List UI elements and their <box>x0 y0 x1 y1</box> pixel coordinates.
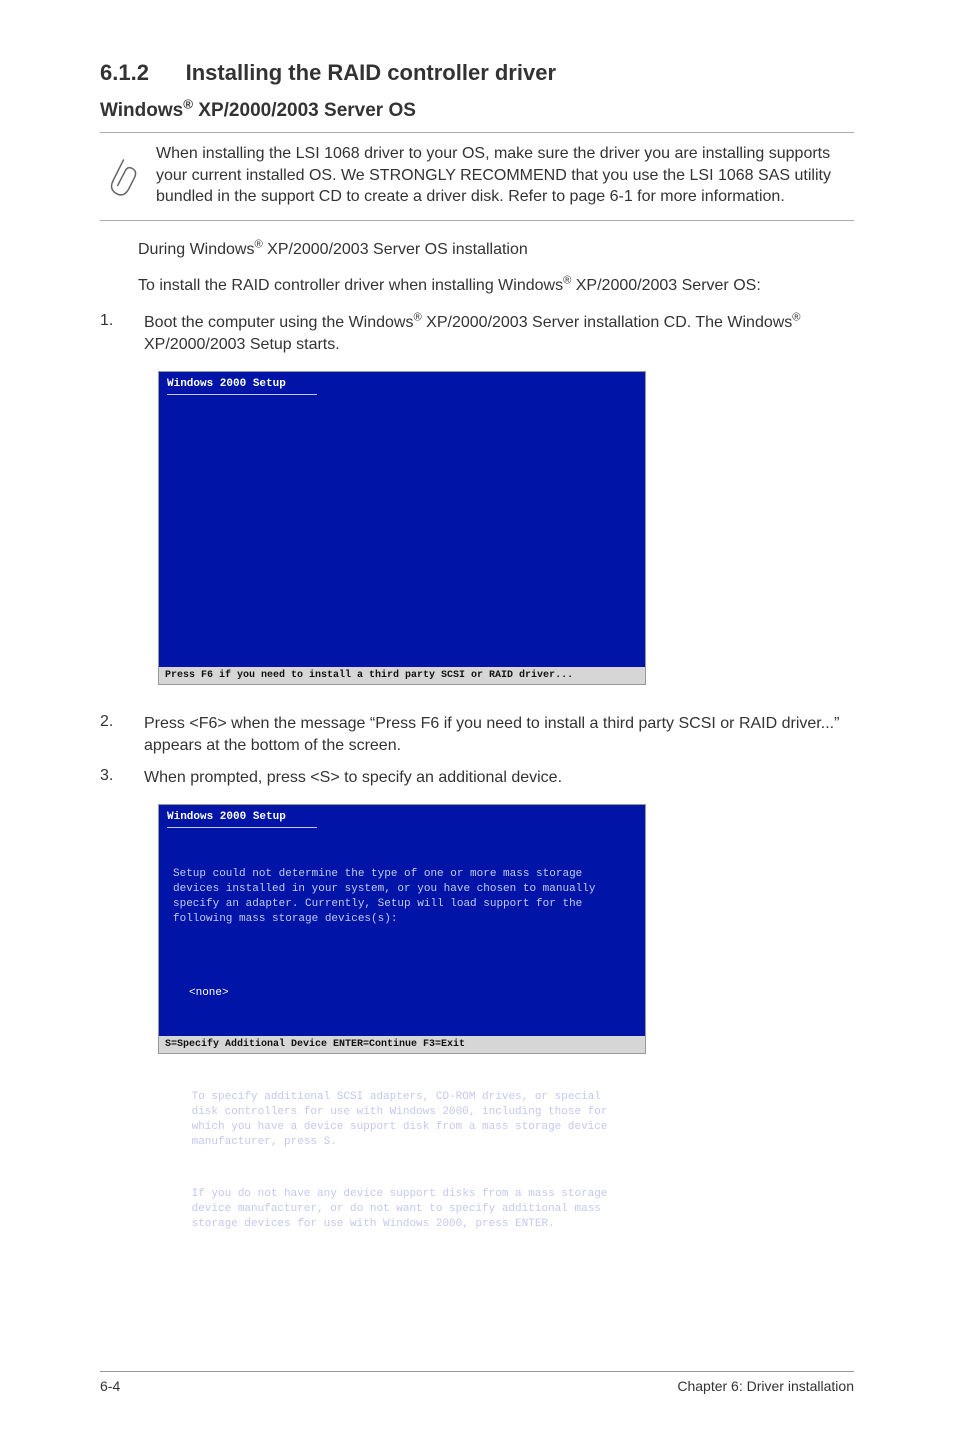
screenshot-title-underline <box>167 394 317 395</box>
screenshot-body: Setup could not determine the type of on… <box>159 828 645 1309</box>
chapter-title: Chapter 6: Driver installation <box>677 1378 854 1394</box>
step-3: 3. When prompted, press <S> to specify a… <box>100 767 854 789</box>
screenshot-intro-text: Setup could not determine the type of on… <box>173 867 631 926</box>
paragraph-2: To install the RAID controller driver wh… <box>138 275 854 297</box>
note-box: When installing the LSI 1068 driver to y… <box>100 132 854 221</box>
subheading-prefix: Windows <box>100 100 183 121</box>
registered-mark: ® <box>183 97 193 112</box>
screenshot-bullet-1: * To specify additional SCSI adapters, C… <box>177 1090 631 1149</box>
screenshot-title: Windows 2000 Setup <box>159 372 645 392</box>
registered-mark: ® <box>792 311 800 323</box>
step-text: Press <F6> when the message “Press F6 if… <box>144 713 854 758</box>
heading-number: 6.1.2 <box>100 60 149 85</box>
paperclip-icon <box>92 139 148 214</box>
sub-heading: Windows® XP/2000/2003 Server OS <box>100 100 854 122</box>
step-number: 1. <box>100 312 120 357</box>
step-number: 3. <box>100 767 120 789</box>
section-heading: 6.1.2 Installing the RAID controller dri… <box>100 60 854 86</box>
page-footer: 6-4 Chapter 6: Driver installation <box>100 1371 854 1394</box>
screenshot-bullet-2: * If you do not have any device support … <box>177 1187 631 1232</box>
windows-setup-screenshot-1: Windows 2000 Setup Press F6 if you need … <box>158 371 646 685</box>
paragraph-1: During Windows® XP/2000/2003 Server OS i… <box>138 239 854 261</box>
subheading-suffix: XP/2000/2003 Server OS <box>193 100 416 121</box>
screenshot-status-bar: Press F6 if you need to install a third … <box>159 667 645 684</box>
registered-mark: ® <box>254 239 262 251</box>
heading-title: Installing the RAID controller driver <box>186 60 556 85</box>
screenshot-none-label: <none> <box>173 986 631 1001</box>
step-text: When prompted, press <S> to specify an a… <box>144 767 562 789</box>
screenshot-title: Windows 2000 Setup <box>159 805 645 825</box>
page-number: 6-4 <box>100 1378 120 1394</box>
screenshot-status-bar: S=Specify Additional Device ENTER=Contin… <box>159 1036 645 1053</box>
note-text: When installing the LSI 1068 driver to y… <box>156 143 854 208</box>
bullet-icon: * <box>177 1187 184 1232</box>
step-2: 2. Press <F6> when the message “Press F6… <box>100 713 854 758</box>
step-text: Boot the computer using the Windows® XP/… <box>144 312 854 357</box>
step-1: 1. Boot the computer using the Windows® … <box>100 312 854 357</box>
windows-setup-screenshot-2: Windows 2000 Setup Setup could not deter… <box>158 804 646 1054</box>
step-number: 2. <box>100 713 120 758</box>
bullet-icon: * <box>177 1090 184 1149</box>
registered-mark: ® <box>413 311 421 323</box>
